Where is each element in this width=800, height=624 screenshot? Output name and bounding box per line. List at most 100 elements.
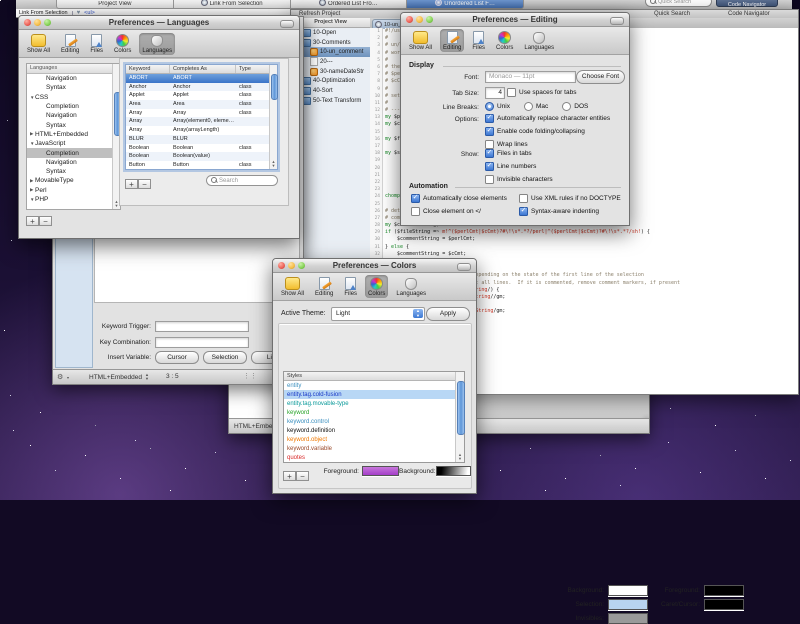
quick-search-label[interactable]: Quick Search (654, 11, 690, 17)
column-header[interactable]: Type (236, 65, 270, 73)
styles-list[interactable]: Styles entityentity.tag.cold-fusionentit… (283, 371, 465, 463)
checkbox[interactable] (485, 140, 494, 149)
style-list-item[interactable]: quotes (284, 453, 464, 462)
table-row[interactable]: ButtonButtonclass (126, 161, 277, 170)
table-row[interactable]: BLURBLUR (126, 135, 277, 144)
scrollbar-thumb[interactable] (457, 381, 465, 435)
language-list-item[interactable]: Navigation (27, 111, 120, 120)
keywords-table[interactable]: KeywordCompletes AsType ABORTABORTAnchor… (125, 64, 278, 170)
add-language-button[interactable]: + (26, 216, 39, 226)
insert-cursor-button[interactable]: Cursor (155, 351, 199, 364)
radio-button[interactable] (485, 102, 494, 111)
table-row[interactable]: AppletAppletclass (126, 91, 277, 100)
style-list-item[interactable]: keyword.variable (284, 444, 464, 453)
toolbar-item-files[interactable]: Files (87, 32, 106, 55)
checkbox[interactable]: ✓ (485, 149, 494, 158)
background-tab[interactable]: Project View (56, 0, 174, 9)
checkbox[interactable] (485, 175, 494, 184)
table-row[interactable]: ArrayArrayclass (126, 109, 277, 118)
language-list-item[interactable]: Syntax (27, 83, 120, 92)
table-row[interactable]: ArrayArray(arrayLength) (126, 126, 277, 135)
toolbar-item-languages[interactable]: Languages (521, 30, 557, 52)
style-background-swatch[interactable] (436, 466, 471, 476)
tab-size-field[interactable]: 4 (485, 87, 505, 99)
column-header[interactable]: Keyword (126, 65, 170, 73)
table-scrollbar[interactable]: ▲▼ (269, 65, 277, 169)
choose-font-button[interactable]: Choose Font (576, 70, 625, 84)
style-list-item[interactable]: entity.tag.cold-fusion (284, 390, 464, 399)
toolbar-item-files[interactable]: Files (341, 275, 360, 298)
language-list-item[interactable]: Syntax (27, 167, 120, 176)
toolbar-toggle-button[interactable] (610, 17, 624, 25)
language-selector[interactable]: HTML+Embedded ▲▼ (89, 373, 149, 381)
style-list-item[interactable]: entity (284, 381, 464, 390)
scrollbar-thumb[interactable] (271, 74, 278, 100)
language-list-item[interactable]: Completion (27, 148, 120, 157)
style-list-item[interactable]: keyword.definition (284, 426, 464, 435)
active-theme-select[interactable]: Light ▲▼ (331, 307, 425, 321)
checkbox[interactable] (519, 194, 528, 203)
toolbar-toggle-button[interactable] (280, 20, 294, 28)
table-row[interactable]: AreaAreaclass (126, 100, 277, 109)
checkbox[interactable]: ✓ (411, 194, 420, 203)
remove-language-button[interactable]: − (39, 216, 52, 226)
toolbar-item-editing[interactable]: Editing (440, 29, 464, 52)
column-header[interactable]: Completes As (170, 65, 236, 73)
checkbox[interactable]: ✓ (485, 114, 494, 123)
toolbar-item-show-all[interactable]: Show All (24, 32, 53, 55)
table-row[interactable]: AnchorAnchorclass (126, 83, 277, 92)
grip-icon[interactable]: ⋮⋮ (243, 372, 257, 380)
checkbox[interactable]: ✓ (485, 162, 494, 171)
toolbar-item-colors[interactable]: Colors (111, 32, 134, 55)
background-tab[interactable]: Unordered List F… (407, 0, 524, 9)
style-foreground-swatch[interactable] (362, 466, 399, 476)
toolbar-item-colors[interactable]: Colors (365, 275, 388, 298)
toolbar-item-colors[interactable]: Colors (493, 29, 516, 52)
remove-keyword-button[interactable]: − (138, 179, 151, 189)
keyword-trigger-input[interactable] (155, 321, 249, 332)
background-tab[interactable]: Ordered List Fro… (291, 0, 408, 9)
title-bar[interactable]: Preferences — Colors (273, 259, 476, 273)
scroll-arrows-icon[interactable]: ▲▼ (270, 160, 277, 168)
language-list-item[interactable]: ▶MovableType (27, 176, 120, 185)
color-well[interactable] (608, 613, 648, 624)
color-well[interactable] (704, 585, 744, 596)
table-row[interactable]: ArrayArray(element0, eleme… (126, 117, 277, 126)
language-list-item[interactable]: ▶HTML+Embedded (27, 130, 120, 139)
language-list-item[interactable]: Navigation (27, 158, 120, 167)
language-list-item[interactable]: Syntax (27, 120, 120, 129)
checkbox[interactable] (411, 207, 420, 216)
color-well[interactable] (704, 599, 744, 610)
toolbar-item-languages[interactable]: Languages (393, 276, 429, 298)
refresh-project-button[interactable]: Refresh Project (299, 11, 340, 17)
gear-icon[interactable]: ⚙ (57, 373, 63, 381)
color-well[interactable] (608, 585, 648, 596)
language-list-item[interactable]: Navigation (27, 74, 120, 83)
language-list-item[interactable]: ▶Perl (27, 186, 120, 195)
code-navigator-button[interactable]: Code Navigator (716, 0, 778, 7)
toolbar-toggle-button[interactable] (457, 263, 471, 271)
languages-sidebar-header[interactable]: Languages (27, 64, 120, 74)
toolbar-item-show-all[interactable]: Show All (406, 29, 435, 52)
radio-button[interactable] (524, 102, 533, 111)
radio-button[interactable] (562, 102, 571, 111)
background-tab[interactable]: Link From Selection (174, 0, 291, 9)
styles-scrollbar[interactable]: ▲▼ (455, 372, 464, 462)
checkbox[interactable]: ✓ (519, 207, 528, 216)
remove-style-button[interactable]: − (296, 471, 309, 481)
insert-selection-button[interactable]: Selection (203, 351, 247, 364)
add-style-button[interactable]: + (283, 471, 296, 481)
table-header[interactable]: KeywordCompletes AsType (126, 65, 277, 74)
table-row[interactable]: BooleanBooleanclass (126, 144, 277, 153)
toolbar-item-show-all[interactable]: Show All (278, 275, 307, 298)
key-combination-input[interactable] (155, 337, 249, 348)
table-row[interactable]: BooleanBoolean(value) (126, 152, 277, 161)
styles-header[interactable]: Styles (284, 372, 464, 381)
add-keyword-button[interactable]: + (125, 179, 138, 189)
keyword-search-input[interactable]: Search (206, 175, 278, 186)
title-bar[interactable]: Preferences — Editing (401, 13, 629, 27)
title-bar[interactable]: Preferences — Languages (19, 16, 299, 30)
checkbox[interactable]: ✓ (485, 127, 494, 136)
toolbar-item-files[interactable]: Files (469, 29, 488, 52)
toolbar-item-editing[interactable]: Editing (58, 32, 82, 55)
